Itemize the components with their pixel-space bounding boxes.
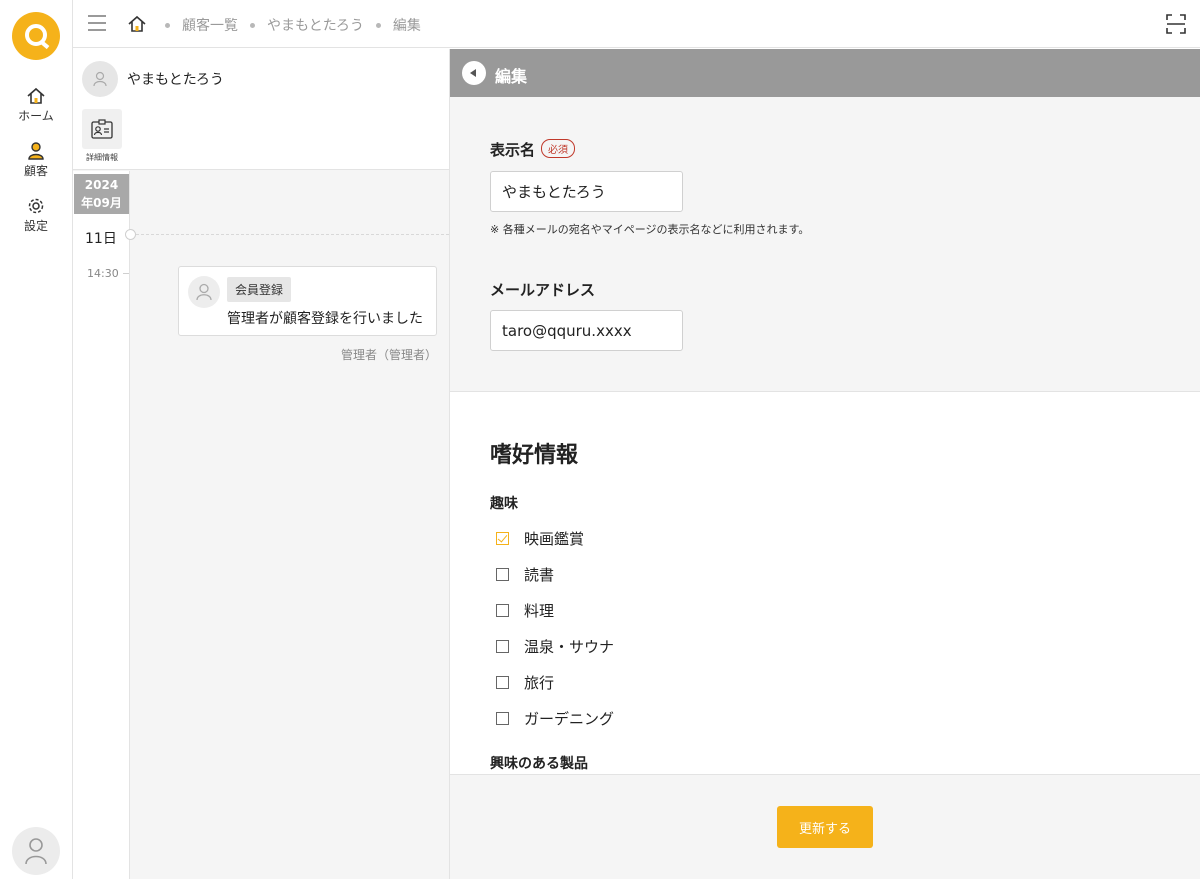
breadcrumb-customer[interactable]: やまもとたろう — [267, 15, 364, 35]
q-logo-icon — [25, 24, 47, 46]
nav-settings[interactable]: 設定 — [0, 196, 72, 234]
hobby-checkbox-row[interactable]: 読書 — [496, 564, 554, 584]
event-avatar — [188, 276, 220, 308]
nav-customers-label: 顧客 — [23, 164, 48, 178]
hobby-label-text: 旅行 — [524, 673, 555, 692]
display-name-note: ※ 各種メールの宛名やマイページの表示名などに利用されます。 — [490, 223, 810, 236]
required-badge: 必須 — [541, 139, 576, 158]
timeline-node — [125, 229, 136, 240]
nav-settings-label: 設定 — [23, 219, 48, 233]
checkbox[interactable] — [496, 711, 509, 725]
checkbox[interactable] — [496, 675, 509, 689]
basic-info-section: 表示名必須 ※ 各種メールの宛名やマイページの表示名などに利用されます。 メール… — [450, 97, 1200, 392]
user-avatar[interactable] — [12, 827, 60, 875]
hobby-checkbox-row[interactable]: ガーデニング — [496, 708, 614, 728]
hobby-label-text: ガーデニング — [524, 709, 615, 728]
month-label: 年09月 — [81, 196, 122, 210]
checkbox[interactable] — [496, 639, 509, 653]
email-input[interactable] — [490, 310, 683, 351]
hobby-checkbox-row[interactable]: 旅行 — [496, 672, 554, 692]
time-tick — [123, 273, 129, 274]
display-name-label: 表示名 必須 — [490, 139, 576, 160]
hobby-label-text: 映画鑑賞 — [524, 529, 585, 548]
gear-icon — [28, 198, 44, 214]
hobby-checkbox-row[interactable]: 温泉・サウナ — [496, 636, 614, 656]
timeline-dates: 2024 年09月 11日 14:30 — [73, 171, 130, 879]
edit-panel: 編集 表示名必須 ※ 各種メールの宛名やマイページの表示名などに利用されます。 … — [450, 49, 1200, 879]
customer-header: やまもとたろう 詳細情報 — [73, 49, 449, 170]
user-icon — [25, 838, 47, 865]
customer-panel: やまもとたろう 詳細情報 2024 年09月 11日 14:30 会員登録 管理… — [73, 49, 450, 879]
timeline-event-card[interactable]: 会員登録 管理者が顧客登録を行いました — [178, 266, 437, 336]
back-button[interactable] — [462, 61, 486, 85]
preferences-title: 嗜好情報 — [490, 443, 579, 468]
time-label: 14:30 — [87, 267, 119, 280]
hobby-checkbox-row[interactable]: 料理 — [496, 600, 554, 620]
event-text: 管理者が顧客登録を行いました — [227, 311, 423, 327]
event-author: 管理者（管理者） — [341, 348, 438, 362]
customer-name: やまもとたろう — [127, 72, 224, 88]
scan-icon[interactable] — [1166, 14, 1186, 34]
hobby-checkbox-row[interactable]: 映画鑑賞 — [496, 528, 584, 548]
nav-home[interactable]: ホーム — [0, 86, 72, 124]
year-label: 2024 — [84, 178, 119, 192]
breadcrumb-edit: 編集 — [392, 18, 421, 34]
edit-header: 編集 — [450, 49, 1200, 97]
hobby-label-text: 料理 — [524, 601, 555, 620]
year-month-badge: 2024 年09月 — [74, 174, 129, 214]
nav-home-label: ホーム — [18, 109, 54, 123]
breadcrumb-home-icon[interactable] — [127, 14, 147, 34]
nav-customers[interactable]: 顧客 — [0, 141, 72, 179]
detail-info-label: 詳細情報 — [86, 153, 118, 162]
form-footer: 更新する — [450, 774, 1200, 879]
email-label: メールアドレス — [490, 281, 596, 299]
customer-avatar — [82, 61, 118, 97]
app-logo[interactable] — [12, 12, 60, 60]
left-rail: ホーム 顧客 設定 — [0, 0, 73, 879]
id-card-icon — [91, 119, 113, 139]
user-icon — [93, 71, 107, 87]
edit-title: 編集 — [495, 67, 528, 86]
timeline-divider — [136, 234, 449, 235]
interest-label: 興味のある製品 — [490, 756, 588, 772]
home-icon — [27, 87, 45, 104]
checkbox[interactable] — [496, 567, 509, 581]
top-bar: 顧客一覧 やまもとたろう 編集 — [73, 0, 1200, 48]
detail-info-button[interactable] — [82, 109, 122, 149]
update-button[interactable]: 更新する — [777, 806, 873, 848]
display-name-input[interactable] — [490, 171, 683, 212]
display-name-label-text: 表示名 — [490, 141, 536, 159]
menu-icon[interactable] — [88, 15, 106, 33]
breadcrumb: 顧客一覧 やまもとたろう 編集 — [165, 15, 433, 35]
hobby-label: 趣味 — [490, 496, 518, 512]
hobby-label-text: 読書 — [524, 565, 555, 584]
checkbox[interactable] — [496, 603, 509, 617]
breadcrumb-customers[interactable]: 顧客一覧 — [182, 15, 238, 35]
user-icon — [196, 283, 212, 301]
day-label: 11日 — [85, 231, 117, 247]
checkbox[interactable] — [496, 531, 509, 545]
person-icon — [28, 142, 44, 160]
event-tag: 会員登録 — [227, 277, 292, 302]
hobby-label-text: 温泉・サウナ — [524, 637, 615, 656]
